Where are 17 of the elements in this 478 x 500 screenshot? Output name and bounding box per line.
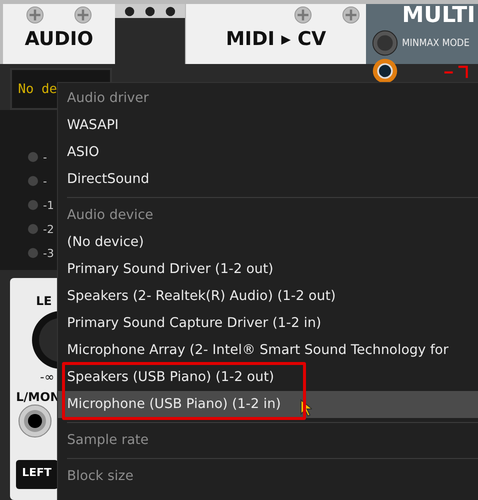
meter-label: - — [43, 174, 47, 188]
knob-min-label: -∞ — [40, 370, 54, 384]
module-title: AUDIO — [24, 28, 94, 50]
menu-heading: Block size — [67, 468, 134, 486]
menu-heading: Audio driver — [67, 90, 150, 108]
knob-label: LE — [36, 294, 52, 308]
output-label: LEFT — [16, 460, 58, 489]
mode-label: MINMAX MODE — [402, 38, 470, 48]
menu-heading: Sample rate — [67, 432, 150, 450]
meter-label: -1 — [43, 198, 54, 212]
module-title: MULTI — [402, 4, 476, 28]
display-text: No de — [18, 82, 58, 96]
meter-label: -2 — [43, 222, 54, 236]
meter-label: -3 — [43, 246, 54, 260]
meter-label: - — [43, 150, 47, 164]
menu-heading: Audio device — [67, 207, 154, 225]
module-title: MIDI ▸ CV — [226, 28, 326, 50]
